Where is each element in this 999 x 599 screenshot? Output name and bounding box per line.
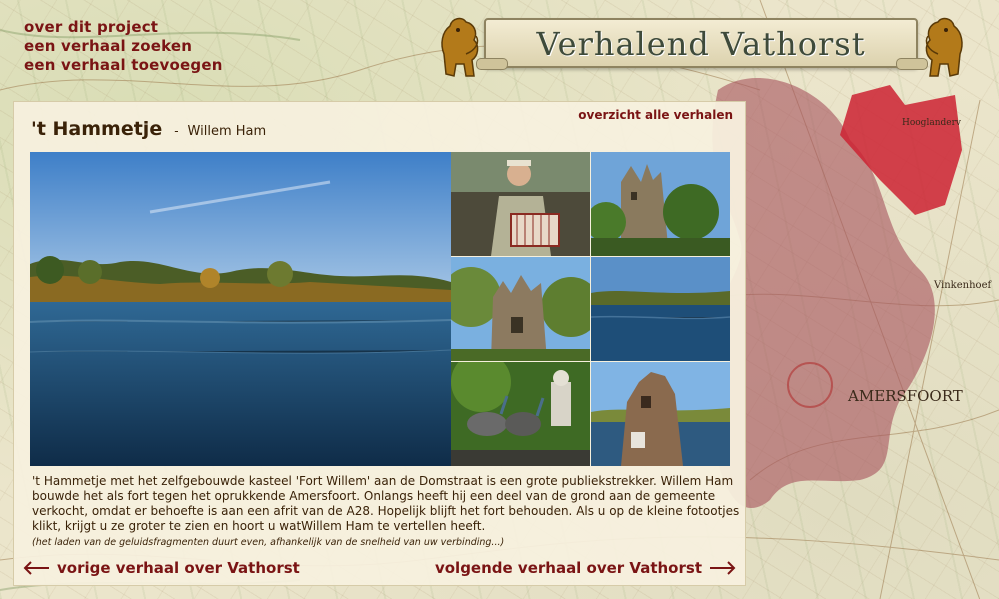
nav-about-project[interactable]: over dit project bbox=[24, 18, 223, 37]
story-text: 't Hammetje met het zelfgebouwde kasteel… bbox=[32, 474, 740, 533]
story-title: 't Hammetje bbox=[31, 118, 163, 140]
thumb-lake-view[interactable] bbox=[591, 257, 730, 361]
story-description: 't Hammetje met het zelfgebouwde kasteel… bbox=[32, 474, 740, 550]
banner-scroll: Verhalend Vathorst bbox=[484, 18, 918, 68]
thumb-peacocks-statue[interactable] bbox=[451, 362, 590, 466]
previous-story-link[interactable]: vorige verhaal over Vathorst bbox=[23, 559, 300, 577]
lion-crest-left-icon bbox=[441, 17, 479, 77]
thumb-stone-ruin[interactable] bbox=[591, 362, 730, 466]
map-label-vinkenhoef: Vinkenhoef bbox=[933, 280, 992, 291]
overview-all-stories-link[interactable]: overzicht alle verhalen bbox=[578, 108, 733, 122]
title-separator: - bbox=[174, 124, 179, 138]
main-photo-lake bbox=[30, 152, 451, 466]
thumb-accordion-player[interactable] bbox=[451, 152, 590, 256]
story-author: Willem Ham bbox=[187, 124, 267, 139]
next-story-link[interactable]: volgende verhaal over Vathorst bbox=[435, 559, 736, 577]
map-label-amersfoort: AMERSFOORT bbox=[847, 387, 963, 405]
previous-story-label: vorige verhaal over Vathorst bbox=[57, 559, 300, 577]
story-panel: 't Hammetje - Willem Ham overzicht alle … bbox=[13, 101, 746, 586]
thumb-castle-garden[interactable] bbox=[591, 152, 730, 256]
lion-crest-right-icon bbox=[925, 17, 963, 77]
arrow-left-icon bbox=[23, 561, 49, 575]
site-title: Verhalend Vathorst bbox=[536, 25, 866, 63]
site-banner: Verhalend Vathorst bbox=[436, 10, 968, 80]
map-label-hooglanderveen: Hooglanderv bbox=[902, 118, 962, 128]
nav-add-story[interactable]: een verhaal toevoegen bbox=[24, 56, 223, 75]
next-story-label: volgende verhaal over Vathorst bbox=[434, 559, 702, 577]
top-navigation: over dit project een verhaal zoeken een … bbox=[24, 18, 223, 75]
arrow-right-icon bbox=[710, 561, 736, 575]
scroll-curl-left bbox=[476, 58, 508, 70]
thumb-castle-tower[interactable] bbox=[451, 257, 590, 361]
story-header: 't Hammetje - Willem Ham bbox=[31, 118, 266, 140]
loading-note: (het laden van de geluidsfragmenten duur… bbox=[32, 537, 505, 548]
nav-search-story[interactable]: een verhaal zoeken bbox=[24, 37, 223, 56]
